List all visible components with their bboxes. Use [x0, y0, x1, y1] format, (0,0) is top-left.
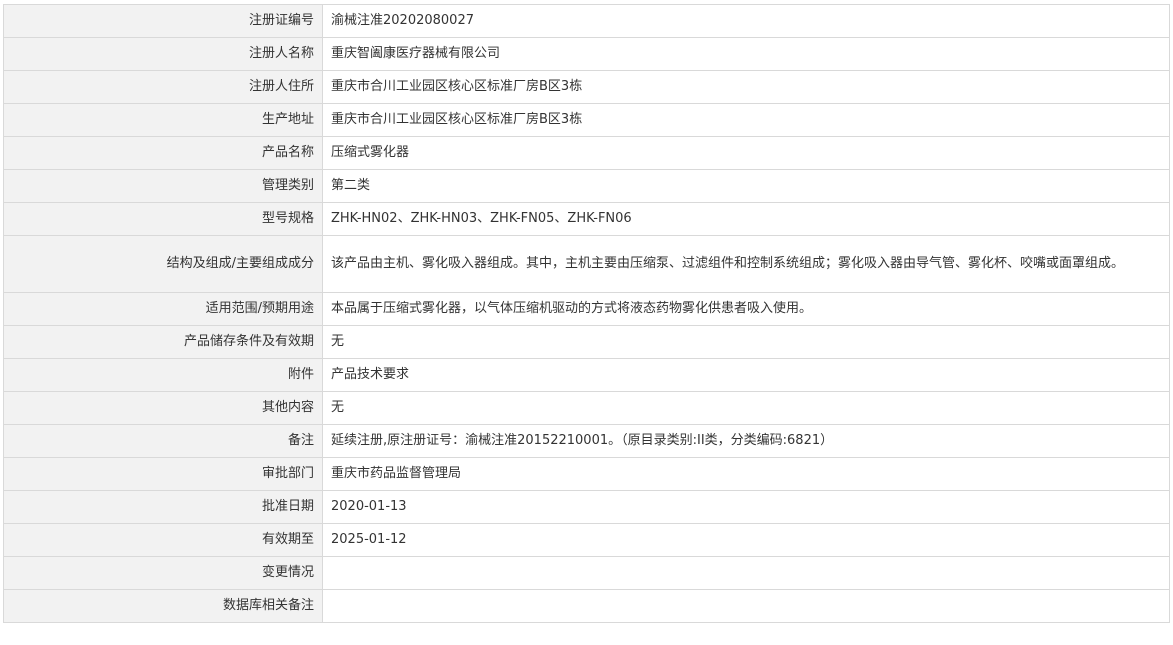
field-label: 附件 [3, 358, 323, 392]
row-remarks: 备注 延续注册,原注册证号：渝械注准20152210001。（原目录类别:II类… [3, 424, 1170, 458]
field-label: 产品名称 [3, 136, 323, 170]
field-label: 产品储存条件及有效期 [3, 325, 323, 359]
field-label: 管理类别 [3, 169, 323, 203]
field-value: 本品属于压缩式雾化器，以气体压缩机驱动的方式将液态药物雾化供患者吸入使用。 [322, 292, 1170, 326]
field-label: 生产地址 [3, 103, 323, 137]
field-value: 渝械注准20202080027 [322, 4, 1170, 38]
row-registration-number: 注册证编号 渝械注准20202080027 [3, 4, 1170, 38]
field-value: 2025-01-12 [322, 523, 1170, 557]
row-approval-date: 批准日期 2020-01-13 [3, 490, 1170, 524]
field-value: 无 [322, 391, 1170, 425]
field-label: 有效期至 [3, 523, 323, 557]
field-value [322, 556, 1170, 590]
row-model-specification: 型号规格 ZHK-HN02、ZHK-HN03、ZHK-FN05、ZHK-FN06 [3, 202, 1170, 236]
field-label: 其他内容 [3, 391, 323, 425]
row-change-history: 变更情况 [3, 556, 1170, 590]
field-label: 数据库相关备注 [3, 589, 323, 623]
field-value: 压缩式雾化器 [322, 136, 1170, 170]
field-label: 批准日期 [3, 490, 323, 524]
field-value: 重庆市合川工业园区核心区标准厂房B区3栋 [322, 70, 1170, 104]
field-label: 注册人住所 [3, 70, 323, 104]
field-value: 延续注册,原注册证号：渝械注准20152210001。（原目录类别:II类，分类… [322, 424, 1170, 458]
field-label: 型号规格 [3, 202, 323, 236]
field-value: 该产品由主机、雾化吸入器组成。其中，主机主要由压缩泵、过滤组件和控制系统组成；雾… [322, 235, 1170, 293]
field-value: 重庆智阖康医疗器械有限公司 [322, 37, 1170, 71]
field-value: 重庆市合川工业园区核心区标准厂房B区3栋 [322, 103, 1170, 137]
field-label: 注册证编号 [3, 4, 323, 38]
field-label: 审批部门 [3, 457, 323, 491]
field-value-text: 该产品由主机、雾化吸入器组成。其中，主机主要由压缩泵、过滤组件和控制系统组成；雾… [331, 256, 1125, 271]
row-product-name: 产品名称 压缩式雾化器 [3, 136, 1170, 170]
field-value: ZHK-HN02、ZHK-HN03、ZHK-FN05、ZHK-FN06 [322, 202, 1170, 236]
row-intended-use: 适用范围/预期用途 本品属于压缩式雾化器，以气体压缩机驱动的方式将液态药物雾化供… [3, 292, 1170, 326]
field-value [322, 589, 1170, 623]
row-storage-conditions: 产品储存条件及有效期 无 [3, 325, 1170, 359]
field-value: 第二类 [322, 169, 1170, 203]
row-other-content: 其他内容 无 [3, 391, 1170, 425]
registration-detail-table: 注册证编号 渝械注准20202080027 注册人名称 重庆智阖康医疗器械有限公… [3, 4, 1170, 623]
field-value: 产品技术要求 [322, 358, 1170, 392]
row-valid-until: 有效期至 2025-01-12 [3, 523, 1170, 557]
field-label: 结构及组成/主要组成成分 [3, 235, 323, 293]
field-label: 注册人名称 [3, 37, 323, 71]
row-registrant-address: 注册人住所 重庆市合川工业园区核心区标准厂房B区3栋 [3, 70, 1170, 104]
row-attachment: 附件 产品技术要求 [3, 358, 1170, 392]
field-value: 2020-01-13 [322, 490, 1170, 524]
row-database-remarks: 数据库相关备注 [3, 589, 1170, 623]
field-label: 备注 [3, 424, 323, 458]
row-production-address: 生产地址 重庆市合川工业园区核心区标准厂房B区3栋 [3, 103, 1170, 137]
field-value: 无 [322, 325, 1170, 359]
row-management-category: 管理类别 第二类 [3, 169, 1170, 203]
row-registrant-name: 注册人名称 重庆智阖康医疗器械有限公司 [3, 37, 1170, 71]
field-label: 适用范围/预期用途 [3, 292, 323, 326]
field-value: 重庆市药品监督管理局 [322, 457, 1170, 491]
registration-detail-panel: 注册证编号 渝械注准20202080027 注册人名称 重庆智阖康医疗器械有限公… [3, 4, 1170, 623]
row-structure-composition: 结构及组成/主要组成成分 该产品由主机、雾化吸入器组成。其中，主机主要由压缩泵、… [3, 235, 1170, 293]
row-approval-department: 审批部门 重庆市药品监督管理局 [3, 457, 1170, 491]
field-label: 变更情况 [3, 556, 323, 590]
